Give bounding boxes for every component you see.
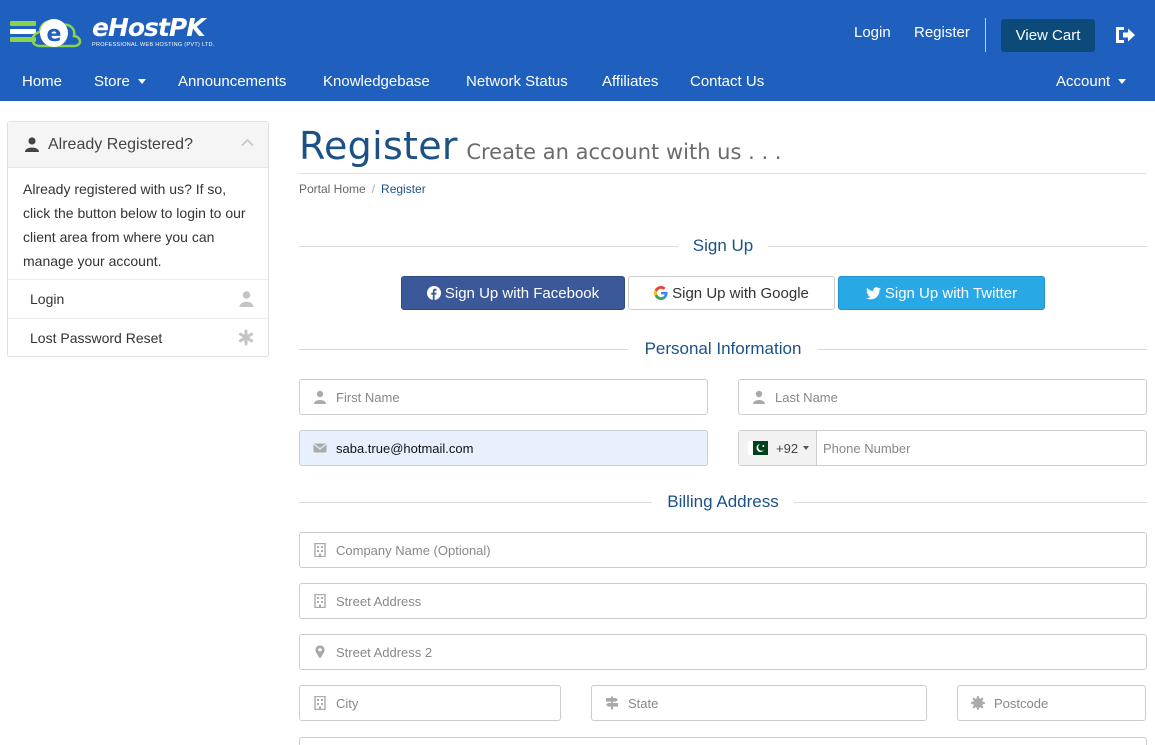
user-icon (314, 390, 326, 404)
panel-header[interactable]: Already Registered? (8, 122, 268, 168)
nav-home[interactable]: Home (22, 73, 62, 90)
city-field[interactable] (299, 685, 561, 721)
last-name-input[interactable] (775, 380, 1142, 414)
facebook-icon (426, 286, 441, 300)
signup-section-header: Sign Up (299, 236, 1147, 256)
brand-logo[interactable]: e eHostPK PROFESSIONAL WEB HOSTING (PVT)… (10, 10, 215, 54)
already-registered-panel: Already Registered? Already registered w… (7, 121, 269, 357)
facebook-signup-button[interactable]: Sign Up with Facebook (401, 276, 625, 310)
page-subtitle: Create an account with us . . . (466, 140, 782, 164)
sign-out-icon[interactable] (1113, 23, 1137, 47)
signup-heading: Sign Up (692, 236, 754, 255)
nav-knowledgebase[interactable]: Knowledgebase (323, 73, 430, 90)
country-code-selector[interactable]: +92 (739, 431, 817, 465)
nav-affiliates[interactable]: Affiliates (602, 73, 658, 90)
state-input[interactable] (628, 686, 922, 720)
map-marker-icon (315, 645, 325, 659)
main-navigation: Home Store Announcements Knowledgebase N… (0, 62, 1155, 101)
twitter-signup-label: Sign Up with Twitter (884, 284, 1018, 302)
caret-down-icon (803, 446, 810, 450)
email-input[interactable] (336, 431, 703, 465)
header-divider (985, 18, 986, 52)
nav-announcements[interactable]: Announcements (178, 73, 286, 90)
register-link[interactable]: Register (914, 24, 970, 41)
breadcrumb: Portal Home / Register (299, 182, 426, 196)
user-icon (25, 137, 39, 152)
city-input[interactable] (336, 686, 556, 720)
logo-mark-icon: e (10, 19, 82, 48)
street-address-input[interactable] (336, 584, 1142, 618)
nav-store-label: Store (94, 73, 130, 90)
sidebar-item-login[interactable]: Login (8, 279, 268, 318)
first-name-field[interactable] (299, 379, 708, 415)
view-cart-button[interactable]: View Cart (1001, 19, 1095, 52)
nav-store[interactable]: Store (94, 73, 146, 90)
twitter-signup-button[interactable]: Sign Up with Twitter (838, 276, 1045, 310)
brand-name: eHostPK (92, 13, 206, 42)
personal-section-header: Personal Information (299, 339, 1147, 359)
nav-account[interactable]: Account (1056, 73, 1127, 90)
panel-title: Already Registered? (48, 136, 193, 153)
breadcrumb-separator: / (371, 182, 376, 196)
svg-text:e: e (47, 22, 62, 47)
chevron-down-icon (137, 78, 146, 84)
postcode-field[interactable] (957, 685, 1146, 721)
user-icon (753, 390, 765, 404)
nav-contact-us[interactable]: Contact Us (690, 73, 764, 90)
sidebar-item-lost-password-reset[interactable]: Lost Password Reset (8, 318, 268, 357)
google-signup-button[interactable]: Sign Up with Google (628, 276, 835, 310)
envelope-icon (313, 443, 327, 453)
country-field[interactable] (299, 737, 1147, 745)
company-name-field[interactable] (299, 532, 1147, 568)
billing-heading: Billing Address (667, 492, 779, 511)
panel-description: Already registered with us? If so, click… (23, 181, 246, 269)
street-address-2-input[interactable] (336, 635, 1142, 669)
facebook-signup-label: Sign Up with Facebook (444, 284, 600, 302)
state-field[interactable] (591, 685, 927, 721)
email-field[interactable] (299, 430, 708, 466)
breadcrumb-home-link[interactable]: Portal Home (299, 182, 366, 196)
first-name-input[interactable] (336, 380, 703, 414)
google-icon (654, 286, 668, 300)
street-address-field[interactable] (299, 583, 1147, 619)
brand-tagline: PROFESSIONAL WEB HOSTING (PVT) LTD. (92, 42, 215, 48)
certificate-icon (971, 696, 985, 710)
building-icon (314, 594, 326, 608)
postcode-input[interactable] (994, 686, 1141, 720)
login-link[interactable]: Login (854, 24, 891, 41)
building-icon (314, 696, 326, 710)
sidebar-item-label: Lost Password Reset (30, 330, 163, 346)
nav-account-label: Account (1056, 73, 1111, 90)
sidebar-item-label: Login (30, 291, 65, 307)
country-code-value: +92 (776, 440, 799, 456)
asterisk-icon (238, 329, 254, 346)
google-signup-label: Sign Up with Google (672, 284, 809, 302)
billing-section-header: Billing Address (299, 492, 1147, 512)
user-icon (239, 291, 254, 307)
page-title: Register Create an account with us . . . (299, 124, 782, 168)
page-title-text: Register (299, 124, 458, 168)
signpost-icon (606, 696, 618, 710)
street-address-2-field[interactable] (299, 634, 1147, 670)
nav-network-status[interactable]: Network Status (466, 73, 568, 90)
chevron-up-icon[interactable] (241, 138, 254, 147)
breadcrumb-current: Register (381, 182, 426, 196)
building-icon (314, 543, 326, 557)
company-name-input[interactable] (336, 533, 1142, 567)
twitter-icon (865, 286, 881, 299)
header-bar: e eHostPK PROFESSIONAL WEB HOSTING (PVT)… (0, 0, 1155, 62)
phone-field[interactable]: +92 (738, 430, 1147, 466)
title-divider (299, 173, 1147, 174)
phone-input[interactable] (823, 431, 1133, 465)
chevron-down-icon (1118, 78, 1127, 84)
personal-heading: Personal Information (644, 339, 802, 358)
last-name-field[interactable] (738, 379, 1147, 415)
pakistan-flag-icon (748, 441, 768, 455)
